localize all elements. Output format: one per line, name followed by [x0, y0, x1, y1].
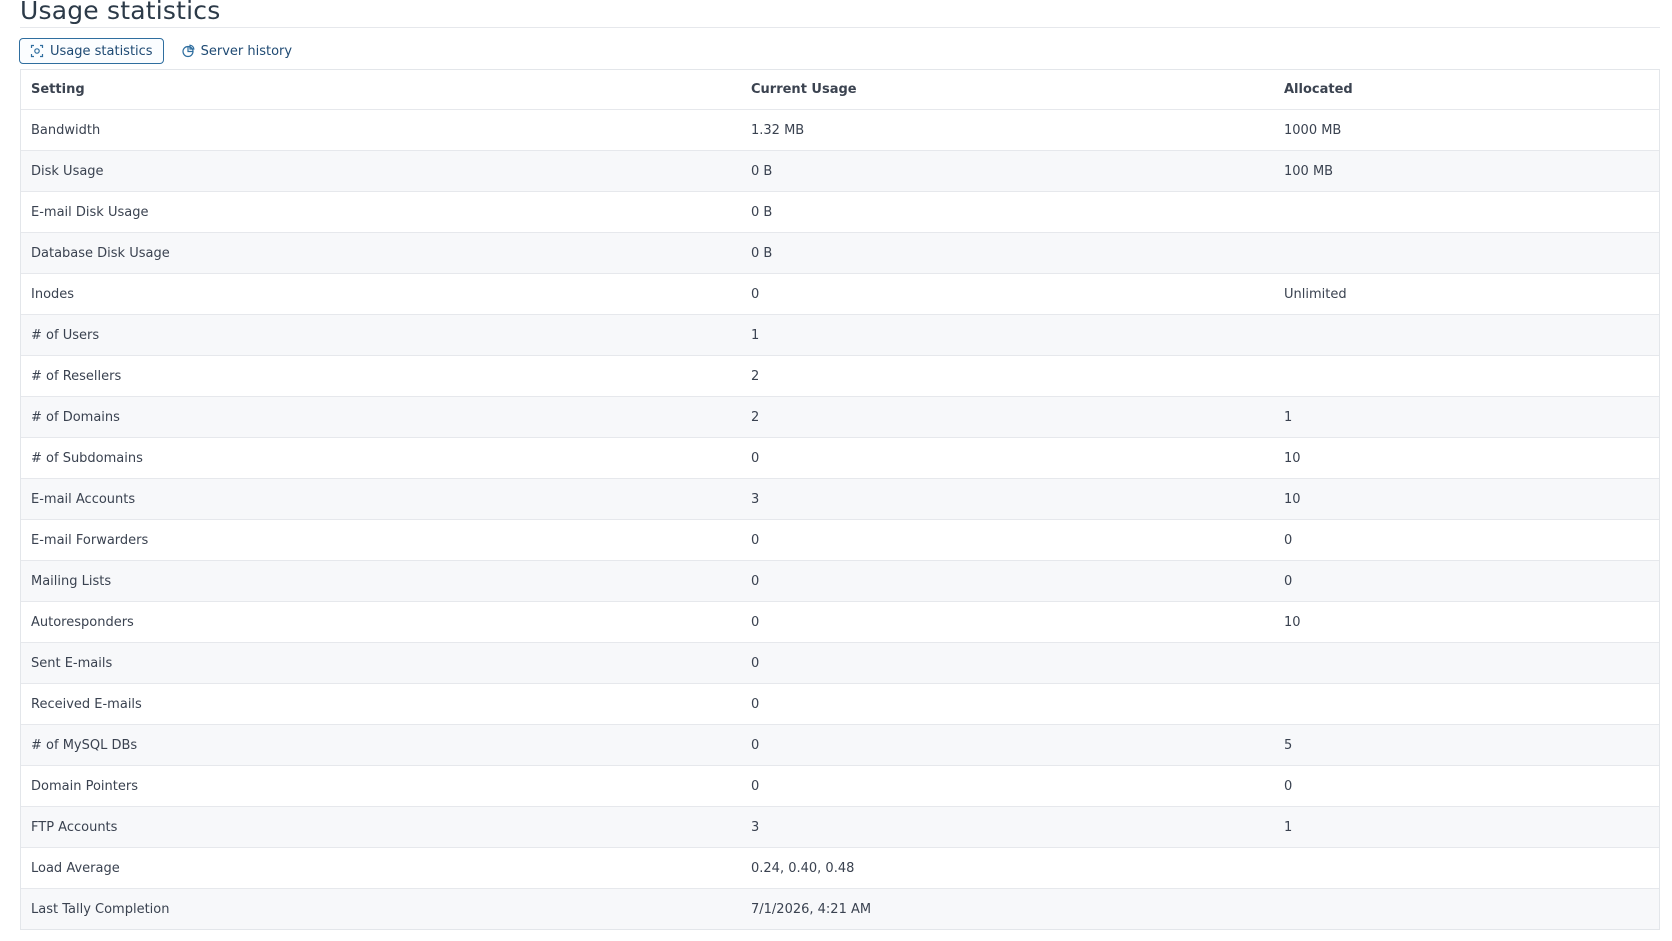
table-header-row: Setting Current Usage Allocated [21, 70, 1659, 110]
usage-statistics-page: Usage statistics Usage statistics Server… [0, 0, 1672, 941]
cell-current-usage: 1 [741, 314, 1274, 356]
column-header-current-usage[interactable]: Current Usage [741, 70, 1274, 110]
cell-current-usage: 2 [741, 355, 1274, 397]
table-row: # of Domains 2 1 [21, 396, 1659, 438]
history-chart-icon [181, 44, 195, 58]
cell-current-usage: 0 B [741, 232, 1274, 274]
table-row: Autoresponders 0 10 [21, 601, 1659, 643]
cell-setting: # of Resellers [21, 355, 741, 397]
cell-current-usage: 2 [741, 396, 1274, 438]
tab-server-history[interactable]: Server history [170, 38, 303, 64]
cell-setting: Bandwidth [21, 109, 741, 151]
cell-setting: E-mail Disk Usage [21, 191, 741, 233]
column-header-allocated[interactable]: Allocated [1274, 70, 1659, 110]
cell-current-usage: 1.32 MB [741, 109, 1274, 151]
cell-allocated: 1 [1274, 396, 1659, 438]
cell-allocated: Unlimited [1274, 273, 1659, 315]
cell-current-usage: 0 B [741, 150, 1274, 192]
table-row: # of MySQL DBs 0 5 [21, 724, 1659, 766]
cell-current-usage: 0 [741, 765, 1274, 807]
table-row: Domain Pointers 0 0 [21, 765, 1659, 807]
cell-setting: E-mail Accounts [21, 478, 741, 520]
cell-current-usage: 0 [741, 601, 1274, 643]
cell-allocated: 0 [1274, 765, 1659, 807]
cell-setting: FTP Accounts [21, 806, 741, 848]
cell-setting: Database Disk Usage [21, 232, 741, 274]
table-row: Sent E-mails 0 [21, 642, 1659, 684]
cell-current-usage: 0 [741, 642, 1274, 684]
cell-setting: Sent E-mails [21, 642, 741, 684]
table-row: Last Tally Completion 7/1/2026, 4:21 AM [21, 888, 1659, 929]
cell-allocated [1274, 642, 1659, 684]
cell-current-usage: 0.24, 0.40, 0.48 [741, 847, 1274, 889]
cell-setting: Domain Pointers [21, 765, 741, 807]
column-header-setting[interactable]: Setting [21, 70, 741, 110]
table-row: # of Users 1 [21, 314, 1659, 356]
cell-allocated [1274, 355, 1659, 397]
cell-setting: # of Users [21, 314, 741, 356]
tab-usage-statistics[interactable]: Usage statistics [19, 38, 164, 64]
cell-setting: Disk Usage [21, 150, 741, 192]
cell-current-usage: 3 [741, 478, 1274, 520]
cell-allocated: 100 MB [1274, 150, 1659, 192]
tab-bar: Usage statistics Server history [19, 37, 303, 65]
cell-current-usage: 0 [741, 273, 1274, 315]
cell-allocated: 0 [1274, 519, 1659, 561]
table-row: Disk Usage 0 B 100 MB [21, 150, 1659, 192]
tab-label: Server history [200, 43, 293, 59]
table-row: Received E-mails 0 [21, 683, 1659, 725]
usage-stats-icon [30, 44, 44, 58]
table-row: E-mail Disk Usage 0 B [21, 191, 1659, 233]
cell-allocated [1274, 314, 1659, 356]
cell-setting: Load Average [21, 847, 741, 889]
tab-label: Usage statistics [50, 43, 153, 59]
table-row: Mailing Lists 0 0 [21, 560, 1659, 602]
cell-setting: E-mail Forwarders [21, 519, 741, 561]
cell-allocated: 10 [1274, 437, 1659, 479]
cell-setting: Mailing Lists [21, 560, 741, 602]
table-row: # of Subdomains 0 10 [21, 437, 1659, 479]
table-row: E-mail Forwarders 0 0 [21, 519, 1659, 561]
cell-allocated: 10 [1274, 601, 1659, 643]
table-body: Bandwidth 1.32 MB 1000 MB Disk Usage 0 B 100 … [21, 109, 1659, 929]
cell-allocated: 1000 MB [1274, 109, 1659, 151]
cell-current-usage: 0 [741, 724, 1274, 766]
cell-allocated: 1 [1274, 806, 1659, 848]
table-row: FTP Accounts 3 1 [21, 806, 1659, 848]
cell-current-usage: 3 [741, 806, 1274, 848]
cell-setting: # of Subdomains [21, 437, 741, 479]
table-row: # of Resellers 2 [21, 355, 1659, 397]
table-row: Bandwidth 1.32 MB 1000 MB [21, 109, 1659, 151]
cell-allocated [1274, 232, 1659, 274]
cell-current-usage: 0 [741, 560, 1274, 602]
table-row: Load Average 0.24, 0.40, 0.48 [21, 847, 1659, 889]
cell-current-usage: 0 [741, 437, 1274, 479]
cell-current-usage: 0 [741, 683, 1274, 725]
cell-setting: Received E-mails [21, 683, 741, 725]
cell-allocated: 0 [1274, 560, 1659, 602]
cell-current-usage: 7/1/2026, 4:21 AM [741, 888, 1274, 929]
page-title: Usage statistics [20, 0, 221, 25]
table-row: Database Disk Usage 0 B [21, 232, 1659, 274]
title-divider [20, 27, 1660, 28]
usage-table-container: Setting Current Usage Allocated Bandwidt… [20, 69, 1660, 930]
table-row: Inodes 0 Unlimited [21, 273, 1659, 315]
cell-allocated [1274, 191, 1659, 233]
cell-setting: Last Tally Completion [21, 888, 741, 929]
cell-setting: Autoresponders [21, 601, 741, 643]
cell-setting: # of Domains [21, 396, 741, 438]
cell-allocated: 5 [1274, 724, 1659, 766]
cell-allocated [1274, 847, 1659, 889]
cell-setting: # of MySQL DBs [21, 724, 741, 766]
cell-setting: Inodes [21, 273, 741, 315]
cell-allocated [1274, 888, 1659, 929]
cell-allocated [1274, 683, 1659, 725]
table-row: E-mail Accounts 3 10 [21, 478, 1659, 520]
cell-allocated: 10 [1274, 478, 1659, 520]
cell-current-usage: 0 B [741, 191, 1274, 233]
cell-current-usage: 0 [741, 519, 1274, 561]
usage-table: Setting Current Usage Allocated Bandwidt… [21, 70, 1659, 929]
